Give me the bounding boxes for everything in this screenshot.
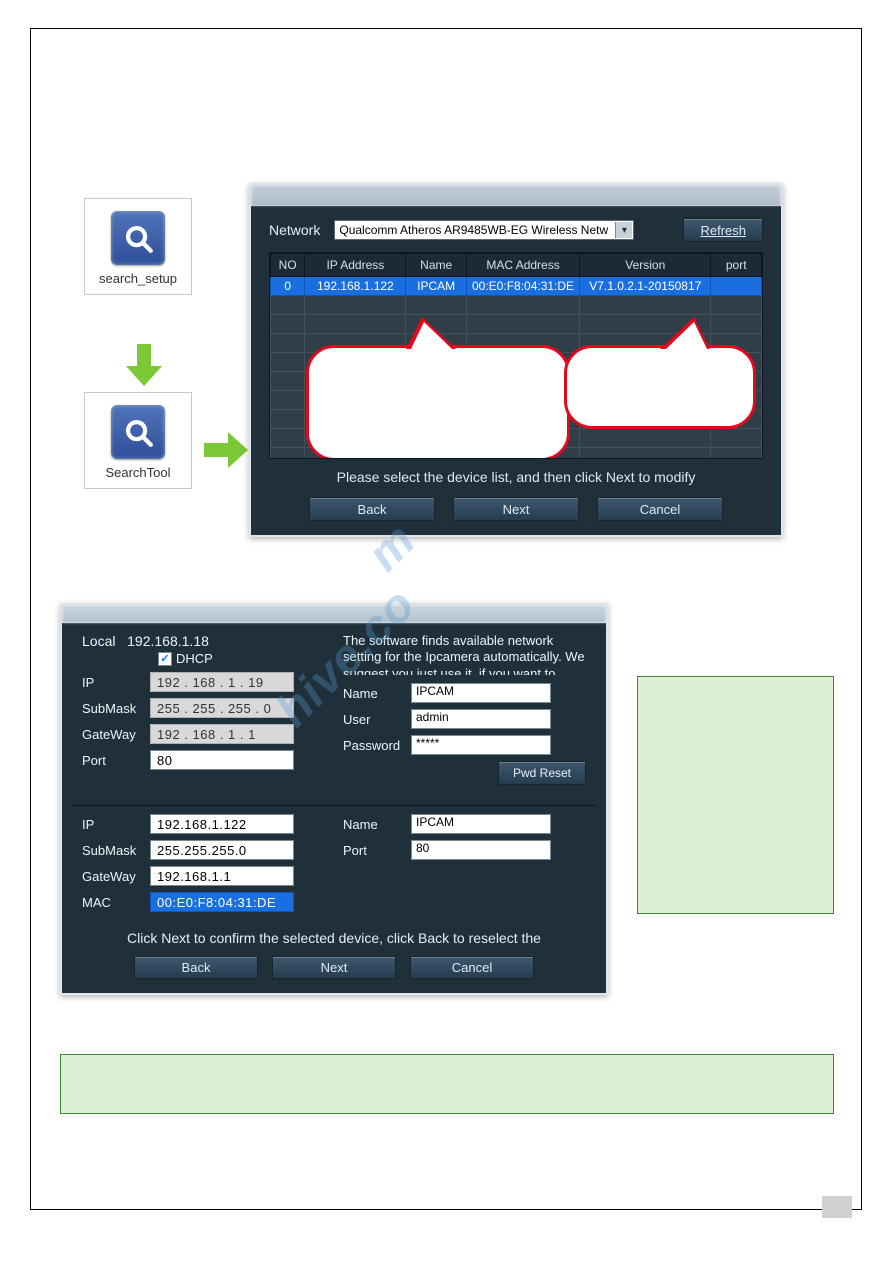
dialog-titlebar[interactable]	[62, 605, 606, 623]
callout-bubble-right	[564, 345, 750, 423]
local-label: Local	[82, 633, 115, 649]
ip-field[interactable]: 192.168.1.122	[150, 814, 294, 834]
arrow-down-icon	[124, 344, 164, 393]
page-indicator	[822, 1196, 852, 1218]
mac-field[interactable]: 00:E0:F8:04:31:DE	[150, 892, 294, 912]
mac-label: MAC	[82, 895, 144, 910]
gateway-field[interactable]: 192.168.1.1	[150, 866, 294, 886]
device-table[interactable]: NO IP Address Name MAC Address Version p…	[269, 252, 763, 459]
icon-label: SearchTool	[85, 465, 191, 480]
col-port: port	[711, 254, 762, 277]
back-button[interactable]: Back	[134, 956, 258, 979]
password-field[interactable]: *****	[411, 735, 551, 755]
port-field[interactable]: 80	[150, 750, 294, 770]
name-field[interactable]: IPCAM	[411, 683, 551, 703]
dropdown-icon: ▾	[615, 222, 632, 238]
network-label: Network	[269, 222, 320, 238]
name-label: Name	[343, 817, 405, 832]
dialog-titlebar[interactable]	[251, 185, 781, 206]
col-no: NO	[271, 254, 305, 277]
gateway-field[interactable]: 192 . 168 . 1 . 1	[150, 724, 294, 744]
submask-field[interactable]: 255.255.255.0	[150, 840, 294, 860]
refresh-button[interactable]: Refresh	[683, 218, 763, 242]
cancel-button[interactable]: Cancel	[410, 956, 534, 979]
back-button[interactable]: Back	[309, 497, 435, 521]
network-config-dialog: Local 192.168.1.18 ✓ DHCP IP 192 . 168 . …	[60, 603, 608, 995]
table-row[interactable]	[271, 296, 762, 315]
callout-bubble-left	[306, 345, 564, 455]
arrow-right-icon	[204, 430, 250, 475]
cancel-button[interactable]: Cancel	[597, 497, 723, 521]
magnifier-icon	[111, 211, 165, 265]
next-button[interactable]: Next	[453, 497, 579, 521]
ip-label: IP	[82, 675, 144, 690]
network-adapter-value: Qualcomm Atheros AR9485WB-EG Wireless Ne…	[339, 223, 629, 237]
magnifier-icon	[111, 405, 165, 459]
ip-label: IP	[82, 817, 144, 832]
divider	[72, 805, 596, 806]
ip-field[interactable]: 192 . 168 . 1 . 19	[150, 672, 294, 692]
submask-field[interactable]: 255 . 255 . 255 . 0	[150, 698, 294, 718]
icon-search-setup[interactable]: search_setup	[84, 198, 192, 295]
port-label: Port	[82, 753, 144, 768]
gateway-label: GateWay	[82, 727, 144, 742]
submask-label: SubMask	[82, 843, 144, 858]
icon-search-tool[interactable]: SearchTool	[84, 392, 192, 489]
name-field[interactable]: IPCAM	[411, 814, 551, 834]
dhcp-checkbox[interactable]: ✓	[158, 652, 172, 666]
port-label: Port	[343, 843, 405, 858]
dialog-instruction: Please select the device list, and then …	[269, 459, 763, 491]
pwd-reset-button[interactable]: Pwd Reset	[498, 761, 586, 785]
col-ip: IP Address	[305, 254, 406, 277]
col-name: Name	[406, 254, 467, 277]
user-label: User	[343, 712, 405, 727]
col-version: Version	[580, 254, 711, 277]
next-button[interactable]: Next	[272, 956, 396, 979]
table-row[interactable]: 0 192.168.1.122 IPCAM 00:E0:F8:04:31:DE …	[271, 277, 762, 296]
name-label: Name	[343, 686, 405, 701]
submask-label: SubMask	[82, 701, 144, 716]
col-mac: MAC Address	[466, 254, 579, 277]
port-field[interactable]: 80	[411, 840, 551, 860]
network-adapter-select[interactable]: Qualcomm Atheros AR9485WB-EG Wireless Ne…	[334, 220, 634, 240]
network-search-dialog: Network Qualcomm Atheros AR9485WB-EG Wir…	[249, 183, 783, 537]
local-ip: 192.168.1.18	[127, 633, 209, 649]
dhcp-label: DHCP	[176, 651, 213, 666]
table-header-row: NO IP Address Name MAC Address Version p…	[271, 254, 762, 277]
password-label: Password	[343, 738, 405, 753]
dialog-instruction: Click Next to confirm the selected devic…	[82, 924, 586, 952]
user-field[interactable]: admin	[411, 709, 551, 729]
note-box-right	[637, 676, 834, 914]
gateway-label: GateWay	[82, 869, 144, 884]
icon-label: search_setup	[85, 271, 191, 286]
note-box-bottom	[60, 1054, 834, 1114]
info-text: The software finds available network set…	[343, 633, 586, 675]
